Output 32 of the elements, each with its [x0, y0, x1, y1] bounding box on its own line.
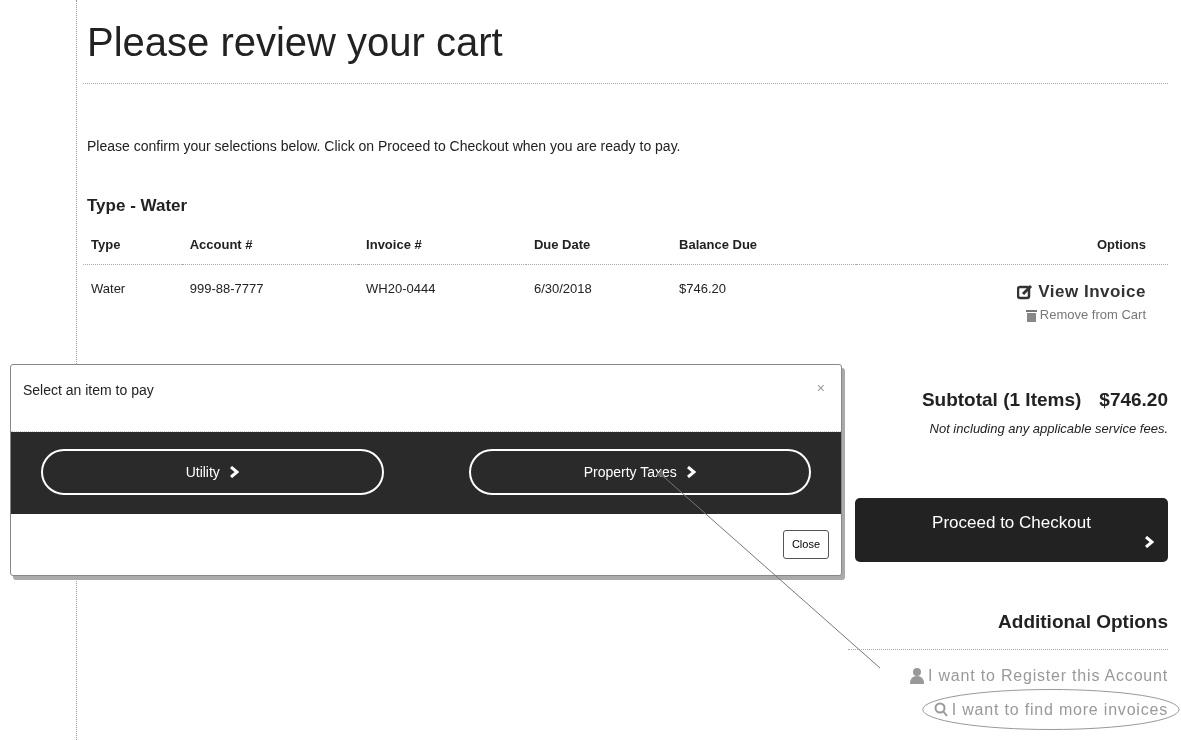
- table-cell: 999-88-7777: [181, 264, 359, 341]
- chevron-icon: [686, 466, 696, 478]
- choice-button[interactable]: Utility: [41, 449, 384, 495]
- choice-button[interactable]: Property Taxes: [468, 449, 811, 495]
- instructions-text: Please confirm your selections below. Click on Proceed to Checkout when you are ready to pay.: [87, 137, 682, 156]
- column-header: Account #: [181, 228, 359, 265]
- subtotal-label: Subtotal (1 Items): [921, 388, 1082, 412]
- column-header: Due Date: [525, 228, 672, 265]
- table-cell: 6/30/2018: [525, 264, 672, 341]
- view-invoice-link[interactable]: View Invoice: [1017, 279, 1146, 305]
- search-icon: [933, 702, 948, 717]
- edit-icon: [1017, 283, 1034, 300]
- section-heading: Additional Options: [998, 610, 1168, 634]
- chevron-icon: [229, 466, 239, 478]
- close-button[interactable]: Close: [782, 530, 829, 559]
- table-cell: Water: [83, 264, 182, 341]
- subtotal-value: $746.20: [1099, 388, 1168, 412]
- page-title: Please review your cart: [87, 19, 504, 66]
- column-header: Invoice #: [358, 228, 526, 265]
- column-header: Type: [83, 228, 182, 265]
- group-heading: Type - Water: [87, 195, 189, 217]
- chevron-icon: [1145, 535, 1154, 548]
- table-cell: WH20-0444: [358, 264, 526, 341]
- trash-icon: [1025, 308, 1037, 322]
- remove-link[interactable]: Remove from Cart: [1025, 305, 1146, 325]
- checkout-button[interactable]: Proceed to Checkout: [855, 498, 1168, 562]
- person-icon: [909, 667, 924, 684]
- fee-note: Not including any applicable service fees.: [929, 419, 1168, 438]
- modal-title: Select an item to pay: [23, 381, 154, 400]
- table-cell: $746.20: [671, 264, 856, 341]
- column-header: Options: [855, 228, 1168, 265]
- column-header: Balance Due: [671, 228, 856, 265]
